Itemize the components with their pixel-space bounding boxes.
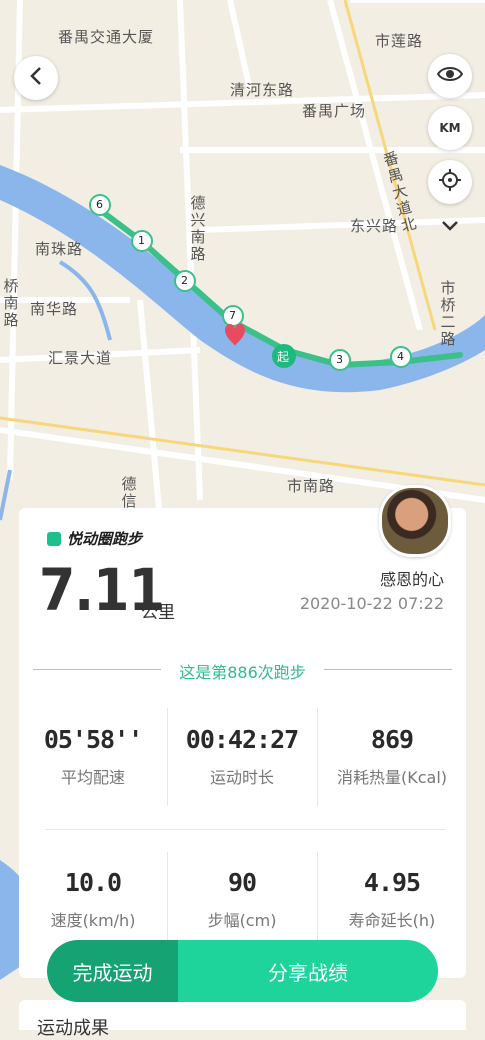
finish-run-button[interactable]: 完成运动 xyxy=(47,940,178,1002)
start-marker[interactable]: 起 xyxy=(277,348,289,365)
run-summary-card: 悦动圈跑步 7.11 公里 感恩的心 2020-10-22 07:22 这是第8… xyxy=(19,485,466,978)
marker-1[interactable]: 1 xyxy=(138,234,145,247)
map-label-road: 市南路 xyxy=(287,477,336,495)
map-label-road: 桥南路 xyxy=(3,277,19,329)
km-icon: KM xyxy=(439,121,460,135)
stat-label: 消耗热量(Kcal) xyxy=(336,768,448,787)
stat-value: 05'58'' xyxy=(43,725,143,754)
locate-button[interactable] xyxy=(428,160,472,204)
km-toggle-button[interactable]: KM xyxy=(428,106,472,150)
separator xyxy=(45,829,445,830)
marker-3[interactable]: 3 xyxy=(336,353,343,366)
marker-6[interactable]: 6 xyxy=(96,198,103,211)
marker-4[interactable]: 4 xyxy=(397,350,404,363)
stat-label: 速度(km/h) xyxy=(50,911,136,930)
expand-controls-button[interactable] xyxy=(428,212,472,240)
separator xyxy=(167,708,168,806)
map-label-road: 德兴南路 xyxy=(190,194,206,263)
chevron-down-icon xyxy=(441,217,459,236)
map-label-road: 南华路 xyxy=(30,300,79,318)
map-label-road: 南珠路 xyxy=(35,240,84,258)
stat-calories: 869 消耗热量(Kcal) xyxy=(330,725,454,788)
marker-7[interactable]: 7 xyxy=(229,309,236,322)
separator xyxy=(317,852,318,952)
username: 感恩的心 xyxy=(379,570,444,589)
chevron-left-icon xyxy=(28,66,44,90)
crosshair-icon xyxy=(438,168,462,196)
bottom-card: 运动成果 xyxy=(19,1000,466,1039)
km-label: KM xyxy=(439,121,461,135)
stat-label: 平均配速 xyxy=(60,768,125,787)
run-count: 这是第886次跑步 xyxy=(179,663,306,682)
bottom-card-title: 运动成果 xyxy=(37,1018,109,1039)
stat-value: 4.95 xyxy=(363,868,421,897)
stat-label: 寿命延长(h) xyxy=(348,911,436,930)
stat-speed: 10.0 速度(km/h) xyxy=(31,868,155,931)
stat-value: 869 xyxy=(370,725,414,754)
action-bar: 完成运动 分享战绩 xyxy=(47,940,438,1002)
distance-unit: 公里 xyxy=(141,603,175,623)
map-label-road: 清河东路 xyxy=(230,81,295,99)
map-label-plaza: 番禺广场 xyxy=(302,102,367,120)
map-label-building: 番禺交通大厦 xyxy=(58,28,155,46)
back-button[interactable] xyxy=(14,56,58,100)
stat-value: 90 xyxy=(227,868,257,897)
stat-stride: 90 步幅(cm) xyxy=(180,868,304,931)
run-datetime: 2020-10-22 07:22 xyxy=(299,594,444,613)
map-label-road: 市桥二路 xyxy=(440,279,456,348)
separator xyxy=(167,852,168,952)
eye-toggle-button[interactable] xyxy=(428,54,472,98)
marker-2[interactable]: 2 xyxy=(181,274,188,287)
stat-life-extension: 4.95 寿命延长(h) xyxy=(330,868,454,931)
stat-label: 步幅(cm) xyxy=(207,911,277,930)
map-label-road: 东兴路 xyxy=(350,217,399,235)
stat-duration: 00:42:27 运动时长 xyxy=(180,725,304,788)
stat-label: 运动时长 xyxy=(209,768,274,787)
avatar[interactable] xyxy=(379,485,451,557)
stat-avg-pace: 05'58'' 平均配速 xyxy=(31,725,155,788)
map-label-road: 德信 xyxy=(121,475,137,510)
separator xyxy=(317,708,318,806)
map-label-road: 市莲路 xyxy=(375,32,424,50)
map-label-road: 汇景大道 xyxy=(48,349,113,367)
stat-value: 00:42:27 xyxy=(185,725,299,754)
brand-name: 悦动圈跑步 xyxy=(67,530,143,548)
eye-icon xyxy=(436,65,464,87)
share-results-button[interactable]: 分享战绩 xyxy=(178,940,438,1002)
app-logo-icon xyxy=(47,531,61,546)
stat-value: 10.0 xyxy=(64,868,122,897)
brand: 悦动圈跑步 xyxy=(47,528,142,549)
